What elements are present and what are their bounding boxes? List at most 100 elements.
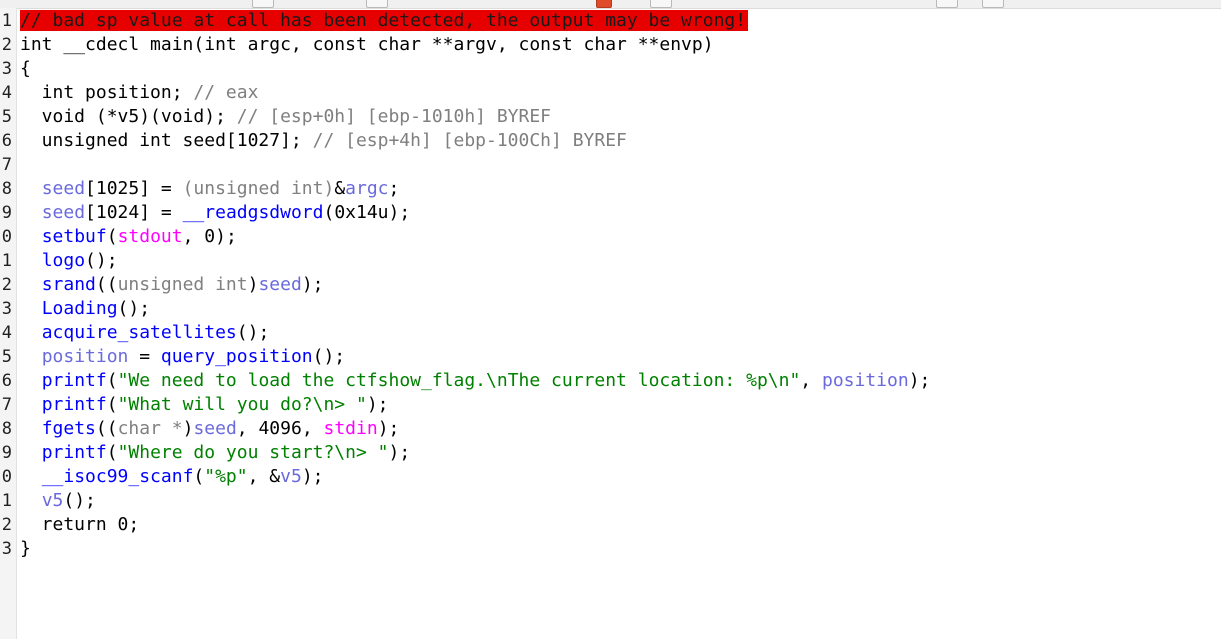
code-token: & <box>334 178 346 199</box>
code-line[interactable]: __isoc99_scanf("%p", &v5); <box>20 465 324 489</box>
code-token: ); <box>377 418 400 439</box>
line-number: 6 <box>1 131 12 151</box>
code-line[interactable]: printf("We need to load the ctfshow_flag… <box>20 369 931 393</box>
line-number: 3 <box>1 299 12 319</box>
code-token: , <box>800 370 822 391</box>
code-token: argc <box>345 178 389 199</box>
code-token: (( <box>95 418 118 439</box>
code-line[interactable]: unsigned int seed[1027]; // [esp+4h] [eb… <box>20 129 627 153</box>
code-token: v5 <box>280 466 302 487</box>
code-token: fgets <box>41 418 96 439</box>
code-line[interactable]: v5(); <box>20 489 96 513</box>
line-number: 4 <box>1 323 12 343</box>
code-token: v5 <box>41 490 64 511</box>
code-token: [1024] = <box>85 202 183 223</box>
code-line[interactable]: position = query_position(); <box>20 345 345 369</box>
code-token: ); <box>388 442 411 463</box>
toolbar-button[interactable] <box>366 0 388 8</box>
code-line[interactable]: { <box>20 57 31 81</box>
warning-comment-line[interactable]: // bad sp value at call has been detecte… <box>20 9 749 33</box>
code-line[interactable]: int __cdecl main(int argc, const char **… <box>20 33 714 57</box>
code-token: printf <box>41 442 107 463</box>
code-token: "We need to load the ctfshow_flag.\nThe … <box>117 370 801 391</box>
toolbar-strip <box>0 0 1221 9</box>
toolbar-button[interactable] <box>650 0 672 8</box>
code-token: ) <box>182 418 194 439</box>
line-number: 7 <box>1 395 12 415</box>
line-number: 3 <box>1 59 12 79</box>
line-number: 7 <box>1 155 12 175</box>
toolbar-button[interactable] <box>252 0 274 8</box>
code-line[interactable]: seed[1024] = __readgsdword(0x14u); <box>20 201 411 225</box>
line-number-gutter: 1 2 3 4 5 6 7 8 9 0 1 2 3 4 5 6 7 8 9 0 1 2 3 <box>0 8 17 639</box>
code-token: ) <box>247 274 259 295</box>
pseudocode-view[interactable]: 1 2 3 4 5 6 7 8 9 0 1 2 3 4 5 6 7 8 9 0 1 2 3 // bad sp value … <box>0 0 1221 639</box>
code-line[interactable]: int position; // eax <box>20 81 259 105</box>
code-token: // [esp+4h] [ebp-100Ch] BYREF <box>312 130 627 151</box>
code-line[interactable]: acquire_satellites(); <box>20 321 270 345</box>
line-number: 8 <box>1 179 12 199</box>
line-number: 2 <box>1 515 12 535</box>
code-line[interactable]: seed[1025] = (unsigned int)&argc; <box>20 177 400 201</box>
code-line[interactable]: return 0; <box>20 513 140 537</box>
code-token: printf <box>41 370 107 391</box>
code-token: // eax <box>193 82 259 103</box>
code-token: // [esp+0h] [ebp-1010h] BYREF <box>236 106 552 127</box>
line-number: 6 <box>1 371 12 391</box>
code-token: setbuf <box>41 226 107 247</box>
code-line[interactable]: } <box>20 537 31 561</box>
code-line[interactable]: Loading(); <box>20 297 150 321</box>
code-line[interactable]: setbuf(stdout, 0); <box>20 225 237 249</box>
code-token: (( <box>95 274 118 295</box>
code-token: stdin <box>323 418 378 439</box>
code-token: ( <box>106 370 118 391</box>
code-token: , 4096, <box>236 418 324 439</box>
code-token: ); <box>301 466 324 487</box>
toolbar-button[interactable] <box>982 0 1004 8</box>
code-line[interactable]: logo(); <box>20 249 118 273</box>
line-number: 0 <box>1 227 12 247</box>
code-token: int __cdecl main(int argc, const char **… <box>20 34 714 55</box>
code-token: unsigned int seed[1027]; <box>20 130 313 151</box>
code-token: (); <box>236 322 270 343</box>
code-token: ( <box>193 466 205 487</box>
line-number: 2 <box>1 275 12 295</box>
code-token: (); <box>117 298 151 319</box>
code-token: Loading <box>41 298 118 319</box>
code-line[interactable]: fgets((char *)seed, 4096, stdin); <box>20 417 400 441</box>
code-token: logo <box>41 250 86 271</box>
code-line[interactable]: void (*v5)(void); // [esp+0h] [ebp-1010h… <box>20 105 551 129</box>
code-line[interactable]: printf("Where do you start?\n> "); <box>20 441 411 465</box>
code-token: return 0; <box>20 514 140 535</box>
code-token: ( <box>106 442 118 463</box>
code-token: "What will you do?\n> " <box>117 394 367 415</box>
code-token: int position; <box>20 82 194 103</box>
code-line[interactable]: srand((unsigned int)seed); <box>20 273 324 297</box>
toolbar-button[interactable] <box>936 0 958 8</box>
code-token: ( <box>106 226 118 247</box>
code-token: stdout <box>117 226 183 247</box>
code-token: seed <box>258 274 302 295</box>
close-tab-icon[interactable] <box>596 0 612 8</box>
code-token: position <box>41 346 129 367</box>
line-number: 4 <box>1 83 12 103</box>
code-token: (unsigned int) <box>182 178 335 199</box>
code-token: ( <box>106 394 118 415</box>
code-token: __readgsdword <box>182 202 324 223</box>
code-token: seed <box>41 202 86 223</box>
code-line[interactable]: printf("What will you do?\n> "); <box>20 393 389 417</box>
line-number: 5 <box>1 347 12 367</box>
line-number: 8 <box>1 419 12 439</box>
code-token: char * <box>117 418 183 439</box>
code-token: , & <box>247 466 281 487</box>
line-number: 9 <box>1 443 12 463</box>
code-token: (0x14u); <box>323 202 411 223</box>
